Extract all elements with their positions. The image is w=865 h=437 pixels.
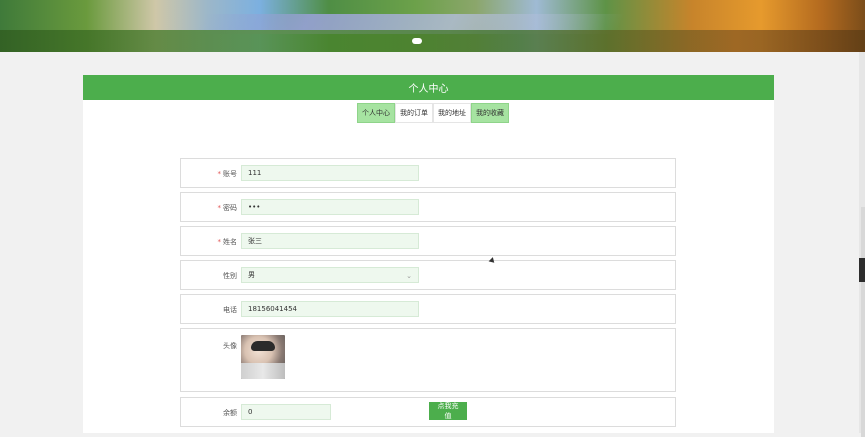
phone-input[interactable]: 18156041454 <box>241 301 419 317</box>
avatar[interactable] <box>241 335 285 379</box>
tab-bar: 个人中心 我的订单 我的地址 我的收藏 <box>357 103 509 123</box>
password-input[interactable]: ••• <box>241 199 419 215</box>
carousel-dot-active[interactable] <box>412 38 422 44</box>
balance-label: 余额 <box>223 409 237 417</box>
tab-profile[interactable]: 个人中心 <box>357 103 395 123</box>
form-row-phone: 电话 18156041454 <box>180 294 676 324</box>
form-row-account: * 账号 111 <box>180 158 676 188</box>
profile-panel: 个人中心 个人中心 我的订单 我的地址 我的收藏 * 账号 111 * 密码 •••… <box>83 75 774 433</box>
password-label: * 密码 <box>217 204 238 212</box>
scrollbar-thumb[interactable] <box>859 258 865 282</box>
name-input[interactable]: 张三 <box>241 233 419 249</box>
tab-address[interactable]: 我的地址 <box>433 103 471 123</box>
balance-input[interactable]: 0 <box>241 404 331 420</box>
chevron-down-icon: ⌄ <box>406 272 412 280</box>
page-title: 个人中心 <box>408 84 449 95</box>
gender-label: 性别 <box>223 272 237 280</box>
tab-favorites[interactable]: 我的收藏 <box>471 103 509 123</box>
panel-header: 个人中心 <box>83 75 774 100</box>
scrollbar-track <box>861 207 865 437</box>
gender-select[interactable]: 男 ⌄ <box>241 267 419 283</box>
avatar-hair <box>251 341 275 351</box>
avatar-label: 头像 <box>223 342 237 350</box>
form-row-gender: 性别 男 ⌄ <box>180 260 676 290</box>
name-label: * 姓名 <box>217 238 238 246</box>
carousel-dots <box>412 38 422 44</box>
gender-selected-value: 男 <box>248 271 255 279</box>
banner-image <box>0 0 865 52</box>
phone-label: 电话 <box>223 306 237 314</box>
form-row-name: * 姓名 张三 <box>180 226 676 256</box>
form-row-password: * 密码 ••• <box>180 192 676 222</box>
form-row-balance: 余额 0 点我充值 <box>180 397 676 427</box>
tab-orders[interactable]: 我的订单 <box>395 103 433 123</box>
recharge-button[interactable]: 点我充值 <box>429 402 467 420</box>
form-row-avatar: 头像 <box>180 328 676 392</box>
page-scrollbar[interactable] <box>859 52 865 437</box>
account-label: * 账号 <box>217 170 238 178</box>
account-input[interactable]: 111 <box>241 165 419 181</box>
avatar-shirt <box>241 363 285 379</box>
banner-ridge <box>0 30 865 52</box>
